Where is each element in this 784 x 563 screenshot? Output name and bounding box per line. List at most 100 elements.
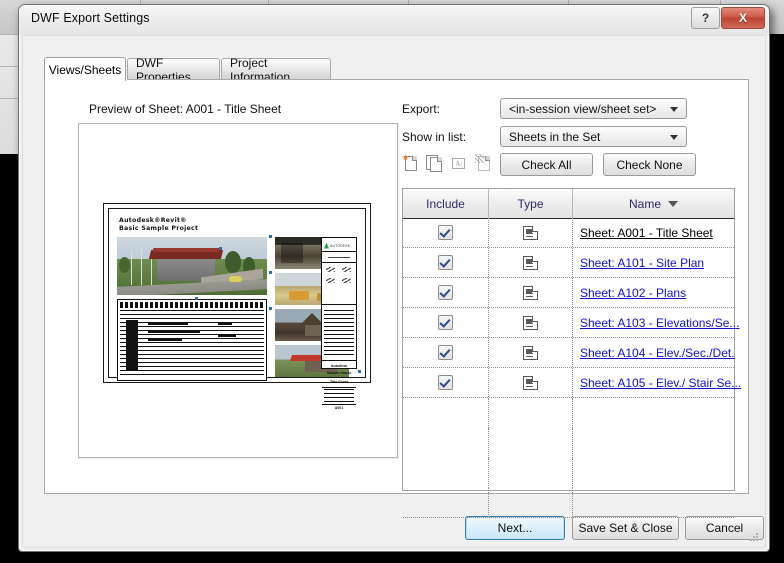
include-cell[interactable] (403, 308, 489, 337)
save-set-close-button[interactable]: Save Set & Close (572, 516, 679, 540)
sheet-name-link[interactable]: Sheet: A104 - Elev./Sec./Det. (580, 346, 735, 360)
window-buttons: ? X (691, 7, 765, 29)
grid-header-label: Type (517, 197, 543, 211)
duplicate-set-icon[interactable] (426, 154, 443, 173)
show-in-list-dropdown[interactable]: Sheets in the Set (500, 126, 687, 147)
name-cell[interactable]: Sheet: A102 - Plans (573, 278, 734, 307)
grid-header-type[interactable]: Type (489, 189, 573, 218)
tab-views-sheets[interactable]: Views/Sheets (44, 57, 126, 81)
window-title: DWF Export Settings (31, 11, 150, 25)
help-button[interactable]: ? (691, 7, 720, 29)
sheet-icon (523, 256, 538, 270)
include-cell[interactable] (403, 368, 489, 397)
sheet-preview-drawing: Autodesk®Revit® Basic Sample Project (103, 203, 371, 383)
type-cell (489, 278, 573, 307)
title-block-sheet-name: Title Sheet (322, 380, 356, 384)
sheet-name-link[interactable]: Sheet: A103 - Elevations/Se... (580, 316, 739, 330)
dwf-export-settings-dialog: DWF Export Settings ? X Views/Sheets DWF… (18, 4, 770, 552)
rename-set-icon: A| (450, 154, 467, 173)
tab-panel-views-sheets: Preview of Sheet: A001 - Title Sheet Aut… (44, 79, 749, 494)
autodesk-logo-text: AUTODESK (330, 244, 350, 248)
include-checkbox[interactable] (438, 255, 453, 270)
type-cell (489, 308, 573, 337)
include-cell-empty (403, 398, 489, 428)
chevron-down-icon (670, 107, 678, 112)
title-block-project: Sample House (322, 371, 356, 375)
grid-header-label: Include (426, 197, 465, 211)
delete-set-icon (475, 154, 492, 173)
export-label: Export: (402, 102, 440, 116)
chevron-down-icon (670, 135, 678, 140)
sheet-schedule-block (117, 299, 267, 381)
export-set-dropdown[interactable]: <in-session view/sheet set> (500, 98, 687, 119)
sheet-icon (523, 226, 538, 240)
include-cell[interactable] (403, 218, 489, 247)
type-cell-empty (489, 428, 573, 458)
preview-panel: Autodesk®Revit® Basic Sample Project (78, 123, 398, 458)
sheet-name-link[interactable]: Sheet: A001 - Title Sheet (580, 226, 713, 240)
include-checkbox[interactable] (438, 225, 453, 240)
include-checkbox[interactable] (438, 285, 453, 300)
include-cell-empty (403, 458, 489, 488)
name-cell[interactable]: Sheet: A001 - Title Sheet (573, 218, 734, 247)
table-row[interactable]: Sheet: A001 - Title Sheet (403, 218, 734, 248)
table-row-empty (403, 428, 734, 458)
tab-label: Views/Sheets (49, 63, 122, 77)
dialog-client-area: Views/Sheets DWF Properties Project Info… (22, 35, 766, 548)
include-cell[interactable] (403, 278, 489, 307)
include-cell-empty (403, 428, 489, 458)
table-row-empty (403, 488, 734, 518)
new-set-icon[interactable] (402, 154, 419, 173)
include-checkbox[interactable] (438, 345, 453, 360)
table-row[interactable]: Sheet: A103 - Elevations/Se... (403, 308, 734, 338)
type-cell-empty (489, 398, 573, 428)
table-row[interactable]: Sheet: A102 - Plans (403, 278, 734, 308)
autodesk-logo-icon: AUTODESK (324, 240, 354, 251)
sort-descending-icon (668, 201, 678, 207)
sheet-preview-title: Autodesk®Revit® Basic Sample Project (119, 217, 198, 233)
include-checkbox[interactable] (438, 315, 453, 330)
title-block-sheet-number: A001 (322, 406, 356, 410)
table-row[interactable]: Sheet: A104 - Elev./Sec./Det. (403, 338, 734, 368)
include-cell-empty (403, 488, 489, 517)
sheet-title-block: AUTODESK (321, 237, 357, 369)
title-bar[interactable]: DWF Export Settings ? X (19, 5, 769, 35)
next-button[interactable]: Next... (465, 516, 565, 540)
name-cell[interactable]: Sheet: A104 - Elev./Sec./Det. (573, 338, 734, 367)
tab-project-information[interactable]: Project Information (221, 58, 331, 80)
sheet-icon (523, 346, 538, 360)
check-none-button[interactable]: Check None (603, 153, 696, 176)
name-cell-empty (573, 488, 734, 517)
sheet-name-link[interactable]: Sheet: A102 - Plans (580, 286, 686, 300)
sheet-name-link[interactable]: Sheet: A105 - Elev./ Stair Se... (580, 376, 741, 390)
type-cell (489, 248, 573, 277)
grid-header-label: Name (629, 197, 661, 211)
type-cell (489, 218, 573, 247)
tab-dwf-properties[interactable]: DWF Properties (127, 58, 220, 80)
sheet-name-link[interactable]: Sheet: A101 - Site Plan (580, 256, 704, 270)
grid-header-name[interactable]: Name (573, 189, 734, 218)
include-checkbox[interactable] (438, 375, 453, 390)
tab-strip: Views/Sheets DWF Properties Project Info… (44, 58, 749, 80)
table-row[interactable]: Sheet: A101 - Site Plan (403, 248, 734, 278)
include-cell[interactable] (403, 248, 489, 277)
grid-body: Sheet: A001 - Title Sheet Sheet: (403, 218, 734, 490)
name-cell-empty (573, 428, 734, 458)
sheet-icon (523, 286, 538, 300)
name-cell[interactable]: Sheet: A103 - Elevations/Se... (573, 308, 734, 337)
title-block-owner: Autodesk (322, 364, 356, 368)
preview-label: Preview of Sheet: A001 - Title Sheet (89, 102, 281, 116)
screen: DWF Export Settings ? X Views/Sheets DWF… (0, 0, 784, 563)
resize-grip[interactable] (748, 531, 760, 543)
grid-header-include[interactable]: Include (403, 189, 489, 218)
name-cell[interactable]: Sheet: A101 - Site Plan (573, 248, 734, 277)
export-set-value: <in-session view/sheet set> (509, 102, 656, 116)
show-in-list-label: Show in list: (402, 130, 466, 144)
include-cell[interactable] (403, 338, 489, 367)
table-row[interactable]: Sheet: A105 - Elev./ Stair Se... (403, 368, 734, 398)
close-button[interactable]: X (721, 7, 765, 29)
name-cell-empty (573, 458, 734, 488)
check-all-button[interactable]: Check All (500, 153, 593, 176)
name-cell[interactable]: Sheet: A105 - Elev./ Stair Se... (573, 368, 734, 397)
sheet-icon (523, 316, 538, 330)
